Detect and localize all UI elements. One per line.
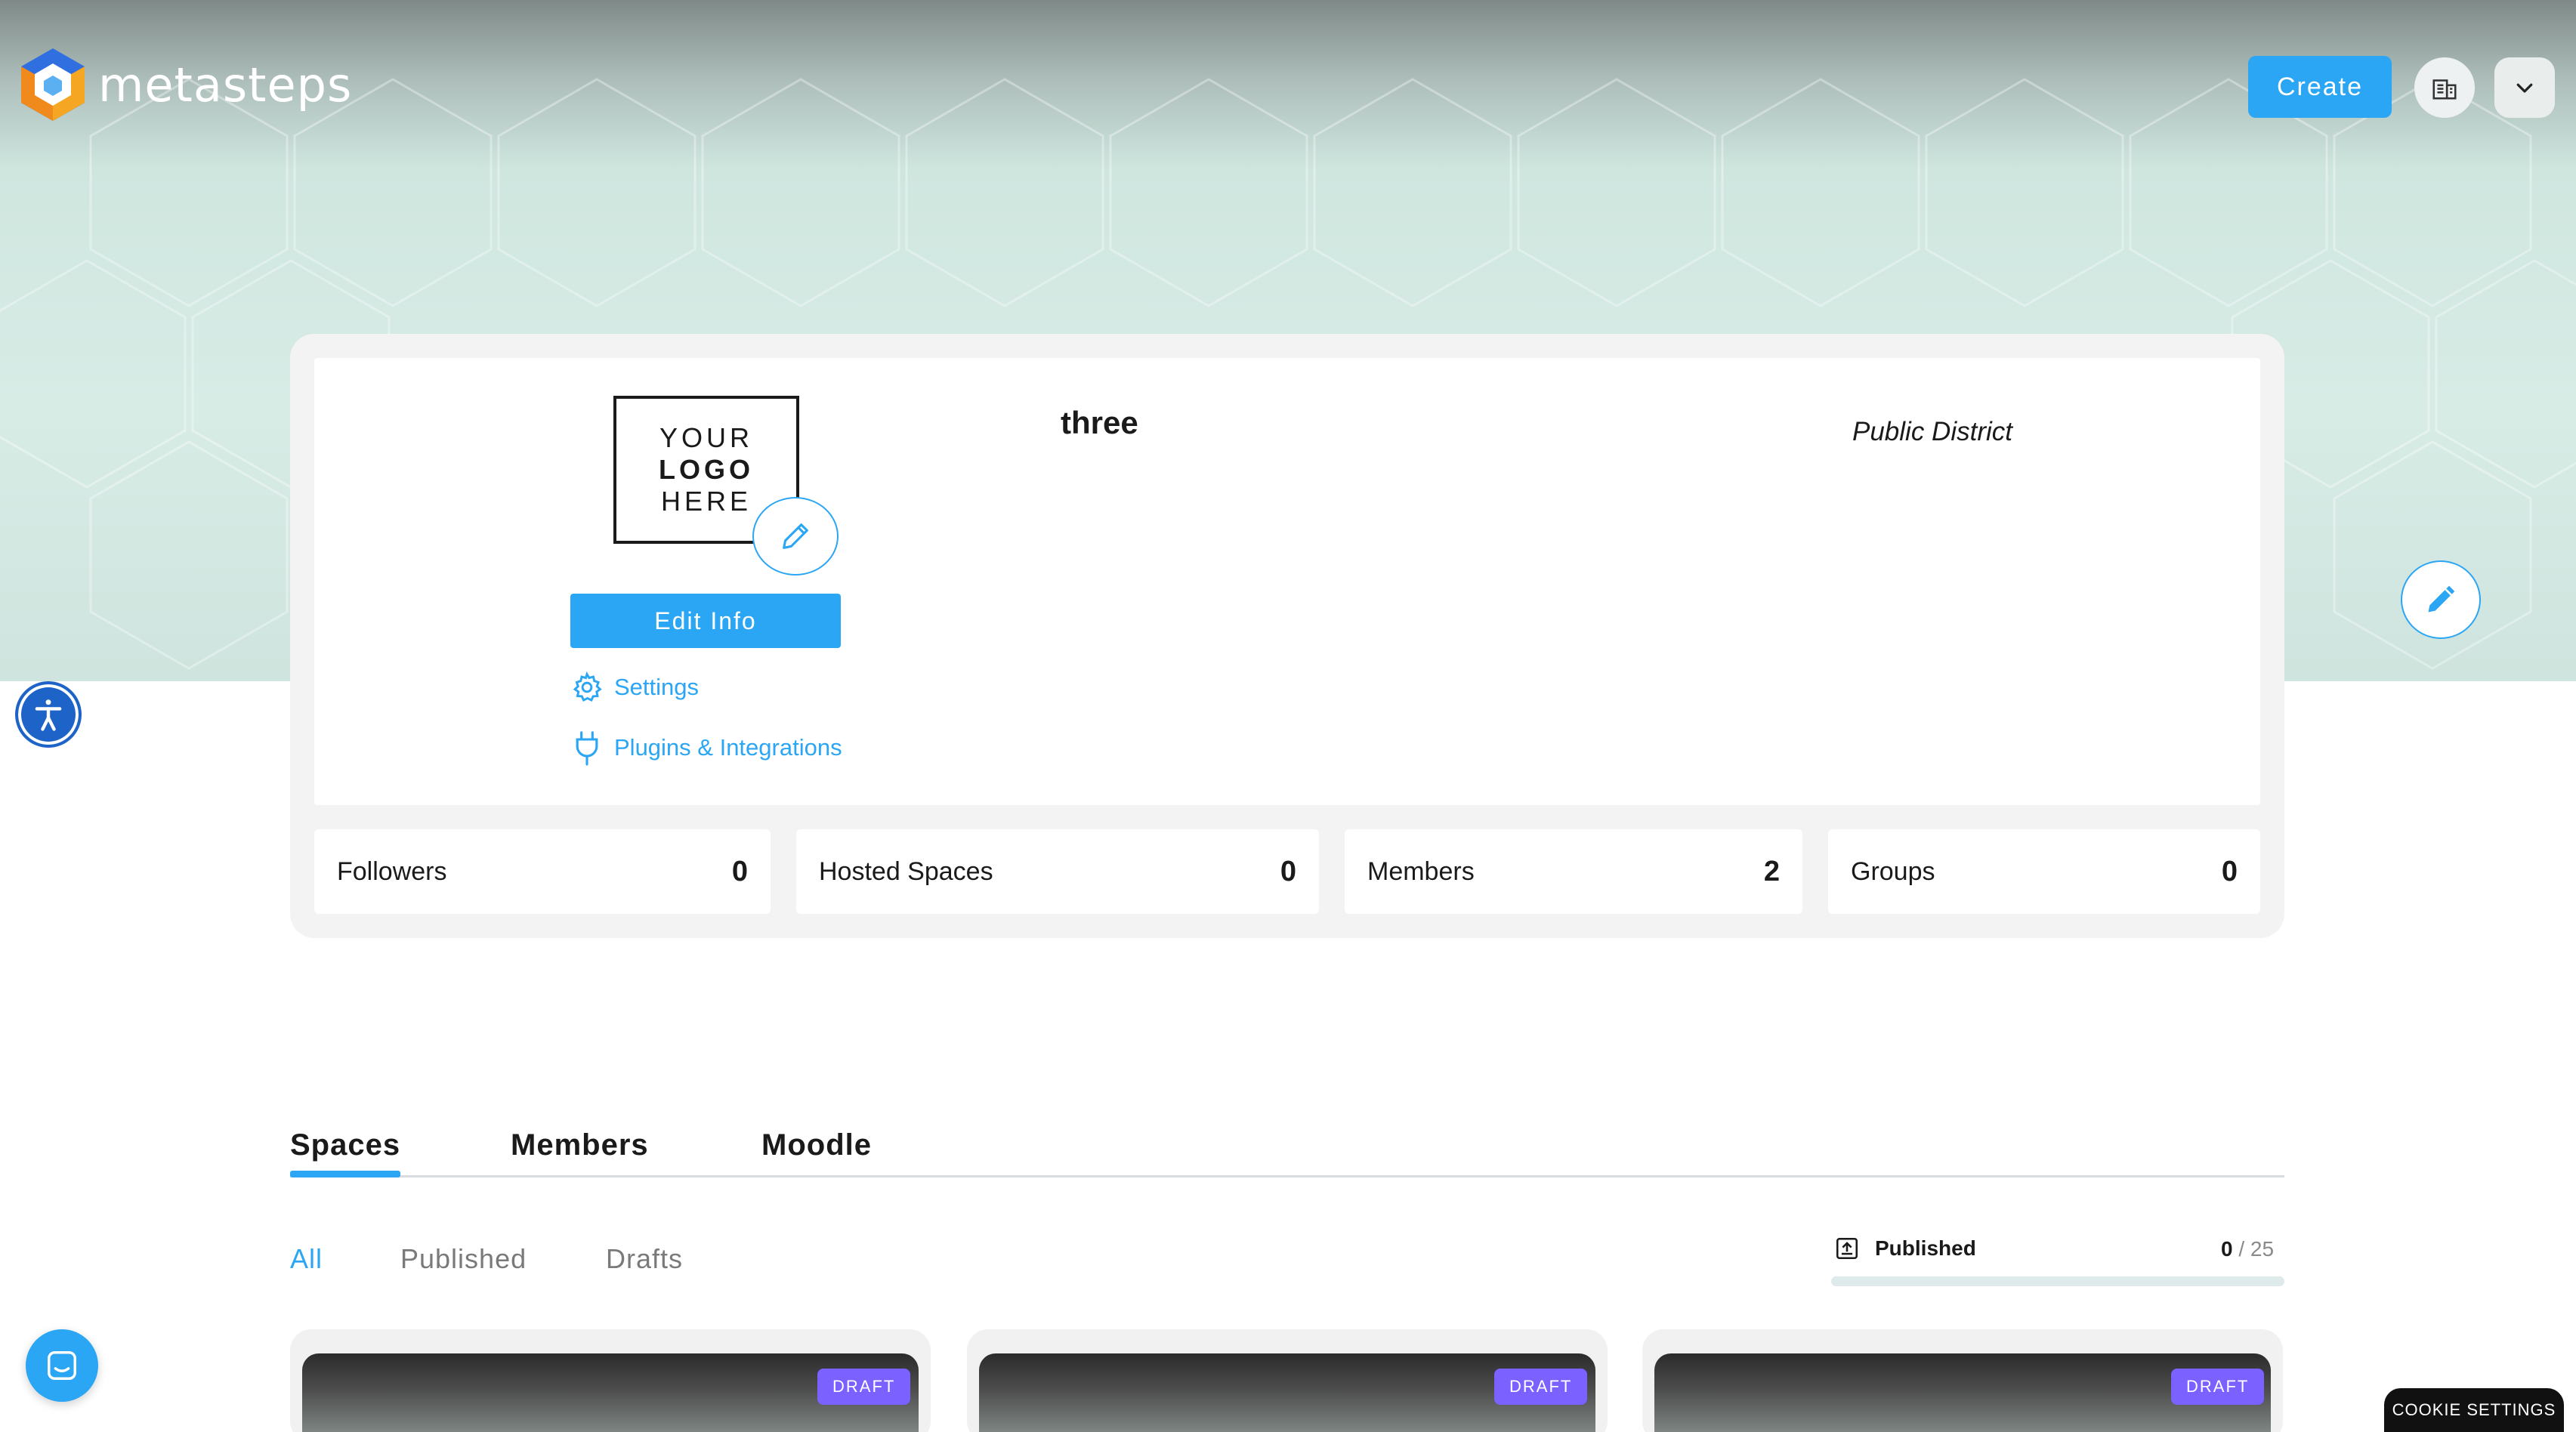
gear-icon xyxy=(573,671,602,702)
create-button[interactable]: Create xyxy=(2248,56,2392,118)
tab-spaces[interactable]: Spaces xyxy=(290,1128,400,1162)
stat-label: Followers xyxy=(337,856,447,886)
stat-groups: Groups 0 xyxy=(1828,829,2260,914)
archive-box-icon xyxy=(1836,1237,1858,1260)
organization-button[interactable] xyxy=(2414,57,2475,118)
plugins-label: Plugins & Integrations xyxy=(614,734,842,761)
chat-icon xyxy=(48,1351,76,1380)
district-name: three xyxy=(1061,405,1138,440)
cookie-settings-button[interactable]: COOKIE SETTINGS xyxy=(2384,1388,2564,1432)
building-icon xyxy=(2432,79,2457,100)
edit-banner-button[interactable] xyxy=(2401,560,2481,639)
account-menu-button[interactable] xyxy=(2494,57,2555,118)
brand-logo[interactable]: metasteps xyxy=(18,45,352,124)
tabs-divider xyxy=(290,1175,2284,1177)
stat-members: Members 2 xyxy=(1345,829,1802,914)
pencil-icon xyxy=(2428,585,2455,613)
published-count-limit: / 25 xyxy=(2238,1237,2275,1261)
plugins-integrations-link[interactable]: Plugins & Integrations xyxy=(570,730,842,766)
stat-followers: Followers 0 xyxy=(314,829,771,914)
published-count-value: 0 xyxy=(2221,1237,2233,1261)
logo-placeholder-line3: HERE xyxy=(660,486,752,517)
settings-link[interactable]: Settings xyxy=(570,671,699,704)
edit-info-button[interactable]: Edit Info xyxy=(570,594,841,648)
stat-value: 0 xyxy=(1280,855,1296,887)
stat-label: Groups xyxy=(1851,856,1935,886)
metasteps-logo-icon xyxy=(21,48,85,121)
edit-logo-button[interactable] xyxy=(752,497,839,576)
district-type: Public District xyxy=(1852,417,2012,446)
accessibility-button[interactable] xyxy=(15,681,82,748)
settings-label: Settings xyxy=(614,674,700,700)
stat-value: 0 xyxy=(731,855,748,887)
draft-badge: DRAFT xyxy=(817,1369,911,1405)
support-chat-button[interactable] xyxy=(26,1329,98,1402)
filter-published[interactable]: Published xyxy=(400,1243,527,1275)
active-tab-indicator xyxy=(290,1171,400,1177)
published-label: Published xyxy=(1875,1236,1976,1260)
stat-value: 0 xyxy=(2221,855,2238,887)
stat-label: Members xyxy=(1367,856,1475,886)
stat-label: Hosted Spaces xyxy=(819,856,993,886)
draft-badge: DRAFT xyxy=(2171,1369,2265,1405)
filter-all[interactable]: All xyxy=(290,1243,323,1275)
chevron-down-icon xyxy=(2516,83,2533,93)
accessibility-icon xyxy=(35,699,62,731)
published-quota-label: Published xyxy=(1834,1236,1976,1261)
draft-badge: DRAFT xyxy=(1494,1369,1588,1405)
pencil-icon xyxy=(783,523,808,549)
logo-placeholder-line2: LOGO xyxy=(659,454,754,485)
brand-name: metasteps xyxy=(98,57,353,113)
stat-value: 2 xyxy=(1763,855,1780,887)
logo-placeholder-line1: YOUR xyxy=(659,422,753,453)
tab-members[interactable]: Members xyxy=(511,1128,649,1162)
published-progress-bar xyxy=(1831,1276,2284,1286)
plug-icon xyxy=(576,731,598,766)
published-count: 0 / 25 xyxy=(2221,1237,2274,1261)
stat-hosted-spaces: Hosted Spaces 0 xyxy=(796,829,1319,914)
filter-drafts[interactable]: Drafts xyxy=(606,1243,683,1275)
tab-moodle[interactable]: Moodle xyxy=(761,1128,872,1162)
